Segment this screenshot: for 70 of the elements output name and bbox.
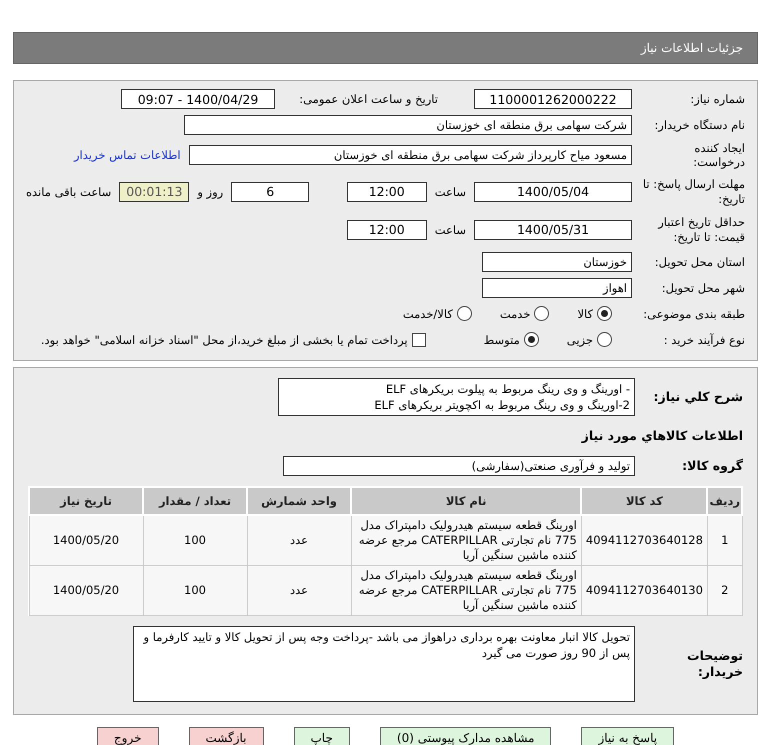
field-label: نوع فرآیند خرید : [662,332,745,347]
checkbox-label: پرداخت تمام یا بخشی از مبلغ خرید،از محل "اسناد خزانه اسلامی" خواهد بود. [40,332,408,347]
table-cell: 100 [143,565,247,616]
column-header: واحد شمارش [247,486,351,515]
field-label: توضیحات خریدار: [686,648,743,680]
city-field: اهواز [482,278,632,298]
province-field: خوزستان [482,252,632,272]
table-cell: 4094112703640130 [581,565,708,616]
time-label: ساعت [434,222,466,237]
table-cell: 1 [707,514,742,566]
column-header: نام کالا [351,486,582,515]
radio-label: کالا [577,306,593,321]
table-cell: 1400/05/20 [29,565,143,616]
remaining-time-field: 00:01:13 [119,182,190,202]
column-header: کد کالا [581,486,708,515]
buyer-org-field: شرکت سهامی برق منطقه ای خوزستان [184,115,632,135]
table-cell: عدد [247,565,351,616]
table-cell: عدد [247,514,351,566]
field-label: مهلت ارسال پاسخ: تا تاریخ: [642,177,745,206]
announce-date-field: 1400/04/29 - 09:07 [121,89,275,109]
validity-date-field: 1400/05/31 [474,220,632,240]
action-button[interactable]: مشاهده مدارک پیوستی (0) [380,726,552,745]
field-label: تاریخ و ساعت اعلان عمومی: [298,92,438,106]
table-cell: 4094112703640128 [581,514,708,566]
action-button[interactable]: چاپ [294,726,350,745]
table-cell: 1400/05/20 [29,514,143,566]
remaining-label: ساعت باقی مانده [26,184,112,199]
description-field: - اورینگ و وی رینگ مربوط به پیلوت بریکرهای ELF 2-اورینگ و وی رینگ مربوط به اکچویتر بریکرهای ELF [278,378,635,416]
page-title: جزئیات اطلاعات نیاز [13,32,758,64]
field-label: نام دستگاه خریدار: [653,118,745,132]
action-button[interactable]: پاسخ به نیاز [581,726,674,745]
table-cell: اورینگ قطعه سیستم هیدرولیک دامپتراک مدل 775 نام تجارتی CATERPILLAR مرجع عرضه کننده ماشین سنگین آریا [351,565,582,616]
radio-button[interactable] [524,332,539,348]
radio-button[interactable] [534,306,550,322]
field-label: شرح کلي نياز: [652,389,743,405]
table-cell: اورینگ قطعه سیستم هیدرولیک دامپتراک مدل 775 نام تجارتی CATERPILLAR مرجع عرضه کننده ماشین سنگین آریا [351,514,582,566]
column-header: تاریخ نیاز [29,486,143,515]
validity-time-field: 12:00 [346,220,427,240]
field-label: شهر محل تحویل: [660,280,745,295]
contact-link[interactable]: اطلاعات تماس خریدار [74,148,181,162]
field-label: شماره نیاز: [689,92,745,106]
field-label: گروه کالا: [681,458,743,474]
deadline-time-field: 12:00 [346,182,427,202]
radio-label: متوسط [484,332,520,347]
days-field: 6 [231,182,310,202]
creator-field: مسعود میاح کارپرداز شرکت سهامی برق منطقه ای خوزستان [188,145,632,166]
deadline-date-field: 1400/05/04 [474,182,632,202]
column-header: تعداد / مقدار [143,486,247,515]
table-cell: 100 [143,514,247,566]
need-number-field: 1100001262000222 [474,89,632,109]
days-label: روز و [197,184,224,199]
action-button[interactable]: بازگشت [188,726,264,745]
field-label: اطلاعات کالاهاي مورد نياز [580,428,743,444]
radio-label: خدمت [500,306,530,321]
time-label: ساعت [434,184,466,199]
buyer-notes-field: تحویل کالا انبار معاونت بهره برداری دراهواز می باشد -پرداخت وجه پس از تحویل کالا و تایید کارفرما و پس از 90 روز صورت می گیرد [133,626,635,702]
radio-button[interactable] [456,306,472,322]
radio-label: جزیی [566,332,593,347]
field-label: طبقه بندی موضوعی: [642,306,745,321]
radio-label: کالا/خدمت [402,306,453,321]
field-label: حداقل تاریخ اعتبار قیمت: تا تاریخ: [656,215,745,244]
radio-button[interactable] [597,332,612,348]
action-button[interactable]: خروج [96,726,158,745]
field-label: استان محل تحویل: [654,254,745,269]
table-cell: 2 [707,565,742,616]
radio-button[interactable] [597,306,612,322]
field-label: ایجاد کننده درخواست: [692,141,745,170]
column-header: ردیف [707,486,742,515]
checkbox[interactable] [412,332,426,347]
goods-group-field: تولید و فرآوری صنعتی(سفارشی) [283,456,635,476]
